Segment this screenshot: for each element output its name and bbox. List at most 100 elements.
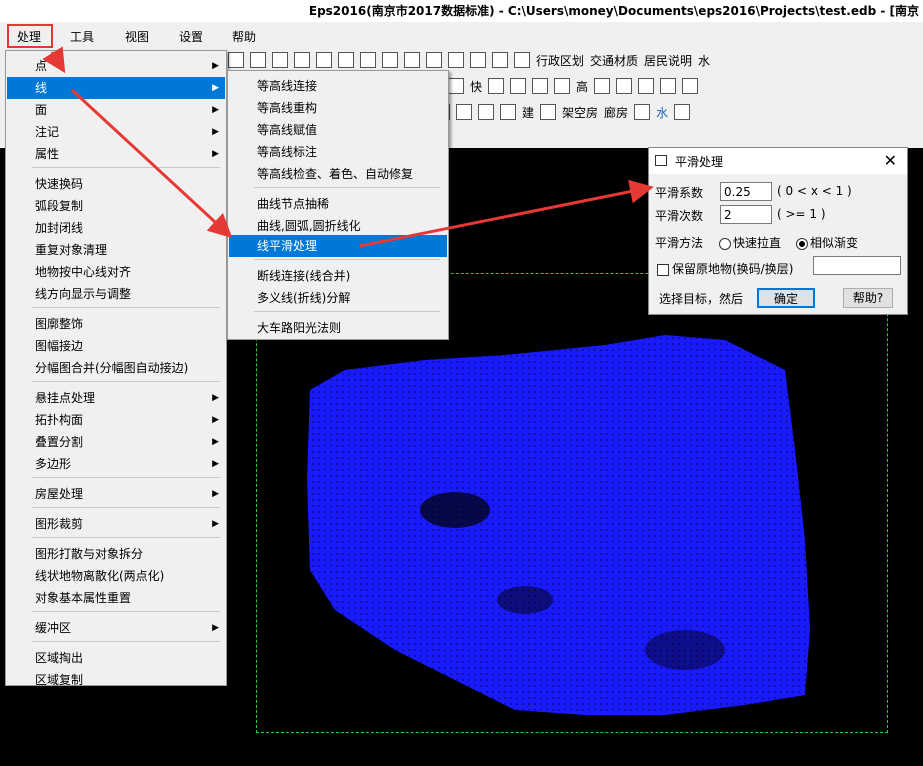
menu-item[interactable]: 叠置分割 ▶ xyxy=(7,431,225,453)
menu-item[interactable]: 注记 ▶ xyxy=(7,121,225,143)
menu-item-label: 线方向显示与调整 xyxy=(35,287,132,301)
layer-resident[interactable]: 居民说明 xyxy=(644,52,692,69)
menu-item[interactable]: 重复对象清理 xyxy=(7,239,225,261)
symbol-corridor-house[interactable]: 廊房 xyxy=(604,104,628,121)
menu-item[interactable]: 地物按中心线对齐 xyxy=(7,261,225,283)
menu-separator xyxy=(32,307,220,308)
menu-item[interactable]: 拓扑构面 ▶ xyxy=(7,409,225,431)
tool-icon[interactable] xyxy=(540,104,557,120)
submenu-item[interactable]: 等高线连接 xyxy=(229,75,447,97)
menu-item[interactable]: 房屋处理 ▶ xyxy=(7,483,225,505)
menu-item[interactable]: 分幅图合并(分幅图自动接边) xyxy=(7,357,225,379)
tool-icon[interactable] xyxy=(514,52,530,68)
method-fast-radio[interactable]: 快速拉直 xyxy=(719,234,781,251)
menu-item[interactable]: 线状地物离散化(两点化) xyxy=(7,565,225,587)
tool-icon[interactable] xyxy=(382,52,398,68)
layer-traffic[interactable]: 交通材质 xyxy=(590,52,638,69)
layer-admin[interactable]: 行政区划 xyxy=(536,52,584,69)
submenu-item[interactable]: 多义线(折线)分解 xyxy=(229,287,447,309)
tool-icon[interactable] xyxy=(492,52,508,68)
symbol-overhead-house[interactable]: 架空房 xyxy=(562,104,598,121)
menu-item[interactable]: 图幅接边 xyxy=(7,335,225,357)
menu-settings[interactable]: 设置 xyxy=(179,28,203,45)
tool-icon[interactable] xyxy=(316,52,332,68)
menu-view[interactable]: 视图 xyxy=(125,28,149,45)
tool-icon[interactable] xyxy=(488,78,505,94)
menu-item[interactable]: 多边形 ▶ xyxy=(7,453,225,475)
submenu-item[interactable]: 线平滑处理 xyxy=(229,235,447,257)
menu-item[interactable]: 缓冲区 ▶ xyxy=(7,617,225,639)
menu-item[interactable]: 悬挂点处理 ▶ xyxy=(7,387,225,409)
tool-icon[interactable] xyxy=(360,52,376,68)
submenu-item[interactable]: 等高线标注 xyxy=(229,141,447,163)
submenu-item[interactable]: 等高线检查、着色、自动修复 xyxy=(229,163,447,185)
menu-item[interactable]: 区域复制 xyxy=(7,669,225,691)
menu-item[interactable]: 对象基本属性重置 xyxy=(7,587,225,609)
symbol-high[interactable]: 高 xyxy=(576,78,588,95)
keep-code-input[interactable] xyxy=(813,256,901,275)
ok-button[interactable]: 确定 xyxy=(757,288,815,308)
tool-icon[interactable] xyxy=(674,104,691,120)
tool-icon[interactable] xyxy=(478,104,495,120)
menu-help[interactable]: 帮助 xyxy=(232,28,256,45)
tool-icon[interactable] xyxy=(638,78,655,94)
menu-item[interactable]: 属性 ▶ xyxy=(7,143,225,165)
tool-icon[interactable] xyxy=(532,78,549,94)
tool-icon[interactable] xyxy=(404,52,420,68)
tool-icon[interactable] xyxy=(338,52,354,68)
tool-icon[interactable] xyxy=(456,104,473,120)
menu-item-label: 属性 xyxy=(35,147,60,161)
tool-icon[interactable] xyxy=(616,78,633,94)
coef-input[interactable] xyxy=(720,182,772,201)
menu-item[interactable]: 点 ▶ xyxy=(7,55,225,77)
tool-icon[interactable] xyxy=(448,78,464,94)
menu-item-label: 叠置分割 xyxy=(35,435,84,449)
map-data-shape xyxy=(307,335,810,715)
symbol-build[interactable]: 建 xyxy=(522,104,534,121)
method-similar-radio[interactable]: 相似渐变 xyxy=(796,234,858,251)
submenu-arrow-icon: ▶ xyxy=(212,415,219,425)
symbol-fast[interactable]: 快 xyxy=(470,78,482,95)
coef-hint: ( 0 < x < 1 ) xyxy=(777,184,852,198)
tool-icon[interactable] xyxy=(500,104,517,120)
menu-tools[interactable]: 工具 xyxy=(70,28,94,45)
tool-icon[interactable] xyxy=(682,78,699,94)
menu-item[interactable]: 线方向显示与调整 xyxy=(7,283,225,305)
tool-icon[interactable] xyxy=(660,78,677,94)
help-button[interactable]: 帮助? xyxy=(843,288,893,308)
tool-icon[interactable] xyxy=(228,52,244,68)
menu-item[interactable]: 区域掏出 xyxy=(7,647,225,669)
tool-icon[interactable] xyxy=(510,78,527,94)
submenu-item[interactable]: 等高线重构 xyxy=(229,97,447,119)
layer-water[interactable]: 水 xyxy=(698,52,710,69)
menu-item[interactable]: 面 ▶ xyxy=(7,99,225,121)
tool-icon[interactable] xyxy=(272,52,288,68)
submenu-item[interactable]: 大车路阳光法则 xyxy=(229,317,447,339)
submenu-item[interactable]: 曲线,圆弧,圆折线化 xyxy=(229,215,447,237)
tool-icon[interactable] xyxy=(554,78,571,94)
menu-item[interactable]: 弧段复制 xyxy=(7,195,225,217)
submenu-item-label: 等高线重构 xyxy=(257,101,318,115)
submenu-item-label: 曲线,圆弧,圆折线化 xyxy=(257,219,361,233)
close-icon[interactable]: ✕ xyxy=(884,151,897,170)
menu-item[interactable]: 线 ▶ xyxy=(7,77,225,99)
tool-icon[interactable] xyxy=(294,52,310,68)
keep-original-checkbox[interactable]: 保留原地物(换码/换层) xyxy=(657,260,793,277)
tool-icon[interactable] xyxy=(470,52,486,68)
symbol-water[interactable]: 水 xyxy=(656,104,668,121)
menu-item[interactable]: 快速换码 xyxy=(7,173,225,195)
menu-item[interactable]: 加封闭线 xyxy=(7,217,225,239)
menu-item[interactable]: 图形打散与对象拆分 xyxy=(7,543,225,565)
menu-item[interactable]: 图廓整饰 xyxy=(7,313,225,335)
submenu-item[interactable]: 曲线节点抽稀 xyxy=(229,193,447,215)
menu-item[interactable]: 图形裁剪 ▶ xyxy=(7,513,225,535)
times-input[interactable] xyxy=(720,205,772,224)
tool-icon[interactable] xyxy=(594,78,611,94)
tool-icon[interactable] xyxy=(250,52,266,68)
tool-icon[interactable] xyxy=(448,52,464,68)
tool-icon[interactable] xyxy=(426,52,442,68)
submenu-item[interactable]: 断线连接(线合并) xyxy=(229,265,447,287)
submenu-arrow-icon: ▶ xyxy=(212,127,219,137)
tool-icon[interactable] xyxy=(634,104,651,120)
submenu-item[interactable]: 等高线赋值 xyxy=(229,119,447,141)
